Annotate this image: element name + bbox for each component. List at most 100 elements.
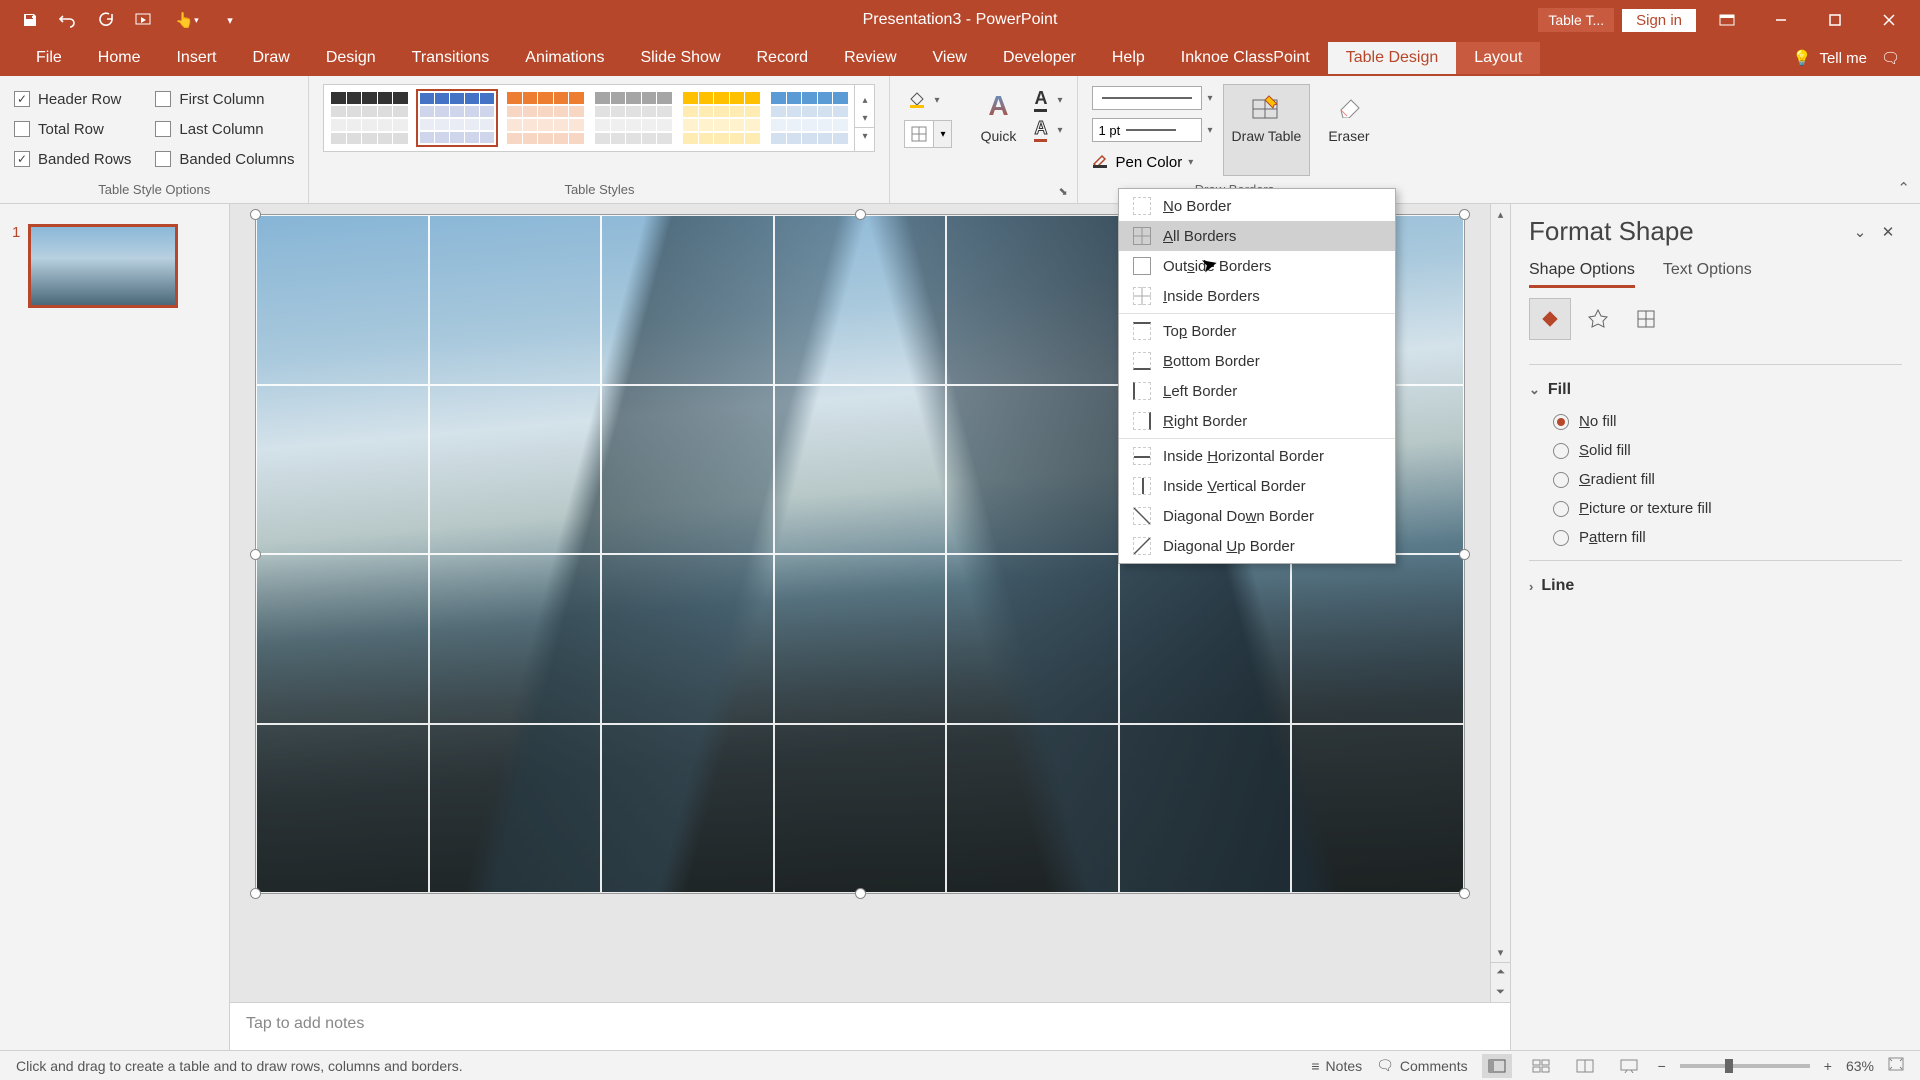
tab-shape-options[interactable]: Shape Options [1529,261,1635,288]
pen-style-dropdown[interactable] [1092,86,1202,110]
tab-review[interactable]: Review [826,42,914,74]
sign-in-button[interactable]: Sign in [1622,9,1696,32]
tell-me-search[interactable]: 💡 Tell me [1793,49,1867,67]
slide-sorter-view-icon[interactable] [1526,1054,1556,1078]
tab-text-options[interactable]: Text Options [1663,261,1752,288]
wordart-dialog-launcher[interactable]: ⬊ [1059,185,1073,199]
menu-inside-borders[interactable]: Inside Borders [1119,281,1395,311]
scroll-up-icon[interactable]: ▴ [1491,204,1510,224]
menu-left-border[interactable]: Left Border [1119,376,1395,406]
selection-handle[interactable] [1459,209,1470,220]
checkbox-first-column[interactable]: First Column [155,84,294,114]
shading-button[interactable]: ▾ [904,88,952,112]
menu-diagonal-down[interactable]: Diagonal Down Border [1119,501,1395,531]
radio-pattern-fill[interactable]: Pattern fill [1529,523,1902,552]
checkbox-header-row[interactable]: Header Row [14,84,131,114]
menu-inside-vertical[interactable]: Inside Vertical Border [1119,471,1395,501]
menu-top-border[interactable]: Top Border [1119,316,1395,346]
checkbox-last-column[interactable]: Last Column [155,114,294,144]
selection-handle[interactable] [1459,888,1470,899]
table-style-thumb[interactable] [328,89,410,147]
selection-handle[interactable] [250,209,261,220]
menu-diagonal-up[interactable]: Diagonal Up Border [1119,531,1395,561]
collapse-ribbon-icon[interactable]: ⌃ [1897,179,1910,197]
tab-layout[interactable]: Layout [1456,42,1540,74]
comments-toggle[interactable]: 🗨Comments [1376,1057,1467,1074]
zoom-in-icon[interactable]: + [1824,1058,1832,1074]
menu-no-border[interactable]: No Border [1119,191,1395,221]
table-style-thumb[interactable] [592,89,674,147]
touch-mode-icon[interactable]: 👆▾ [172,10,202,30]
zoom-out-icon[interactable]: − [1658,1058,1666,1074]
quick-styles-button[interactable]: A Quick [972,84,1024,148]
pane-close-icon[interactable]: ✕ [1874,218,1902,246]
radio-gradient-fill[interactable]: Gradient fill [1529,465,1902,494]
selection-handle[interactable] [250,888,261,899]
ribbon-display-options-icon[interactable] [1704,0,1750,40]
redo-icon[interactable] [96,10,116,30]
undo-icon[interactable] [58,10,78,30]
size-properties-tab-icon[interactable] [1625,298,1667,340]
next-slide-icon[interactable]: ⏷ [1491,982,1510,1002]
save-icon[interactable] [20,10,40,30]
text-fill-button[interactable]: A▾ [1034,88,1062,112]
tab-record[interactable]: Record [739,42,827,74]
pane-options-icon[interactable]: ⌄ [1846,218,1874,246]
tab-help[interactable]: Help [1094,42,1163,74]
tab-draw[interactable]: Draw [234,42,307,74]
tab-developer[interactable]: Developer [985,42,1094,74]
table-style-thumb[interactable] [680,89,762,147]
selection-handle[interactable] [1459,549,1470,560]
zoom-slider[interactable] [1680,1064,1810,1068]
text-outline-button[interactable]: A▾ [1034,118,1062,142]
section-fill-header[interactable]: ⌄Fill [1529,373,1902,407]
effects-tab-icon[interactable] [1577,298,1619,340]
table-style-thumb[interactable] [416,89,498,147]
reading-view-icon[interactable] [1570,1054,1600,1078]
checkbox-banded-columns[interactable]: Banded Columns [155,144,294,174]
table-styles-gallery[interactable] [324,85,854,151]
section-line-header[interactable]: ›Line [1529,569,1902,603]
borders-dropdown-arrow[interactable]: ▾ [933,121,951,147]
slide-thumbnail-1[interactable]: 1 [12,224,217,308]
checkbox-banded-rows[interactable]: Banded Rows [14,144,131,174]
maximize-icon[interactable] [1812,0,1858,40]
eraser-button[interactable]: Eraser [1320,84,1377,176]
selection-handle[interactable] [855,209,866,220]
tab-classpoint[interactable]: Inknoe ClassPoint [1163,42,1328,74]
fill-line-tab-icon[interactable] [1529,298,1571,340]
tab-home[interactable]: Home [80,42,159,74]
tab-design[interactable]: Design [308,42,394,74]
table-styles-more[interactable]: ▴ ▾ ▾ [854,85,874,151]
tab-slideshow[interactable]: Slide Show [622,42,738,74]
table-style-thumb[interactable] [768,89,850,147]
fit-to-window-icon[interactable] [1888,1057,1904,1074]
tab-animations[interactable]: Animations [507,42,622,74]
share-icon[interactable]: 🗨 [1881,49,1900,67]
menu-right-border[interactable]: Right Border [1119,406,1395,436]
radio-no-fill[interactable]: No fill [1529,407,1902,436]
scroll-down-icon[interactable]: ▾ [1491,942,1510,962]
start-from-beginning-icon[interactable] [134,10,154,30]
table-style-thumb[interactable] [504,89,586,147]
radio-picture-fill[interactable]: Picture or texture fill [1529,494,1902,523]
vertical-scrollbar[interactable]: ▴ ▾ ⏶ ⏷ [1490,204,1510,1002]
zoom-level[interactable]: 63% [1846,1058,1874,1074]
minimize-icon[interactable] [1758,0,1804,40]
tab-view[interactable]: View [915,42,985,74]
close-icon[interactable] [1866,0,1912,40]
notes-toggle[interactable]: ≡Notes [1311,1058,1362,1074]
tab-transitions[interactable]: Transitions [394,42,508,74]
normal-view-icon[interactable] [1482,1054,1512,1078]
notes-pane[interactable]: Tap to add notes [230,1002,1510,1050]
menu-outside-borders[interactable]: Outside Borders [1119,251,1395,281]
tab-insert[interactable]: Insert [158,42,234,74]
qat-customize-icon[interactable]: ▾ [220,10,240,30]
tab-file[interactable]: File [18,42,80,74]
menu-bottom-border[interactable]: Bottom Border [1119,346,1395,376]
checkbox-total-row[interactable]: Total Row [14,114,131,144]
pen-weight-dropdown[interactable]: 1 pt [1092,118,1202,142]
selection-handle[interactable] [250,549,261,560]
prev-slide-icon[interactable]: ⏶ [1491,962,1510,982]
radio-solid-fill[interactable]: Solid fill [1529,436,1902,465]
